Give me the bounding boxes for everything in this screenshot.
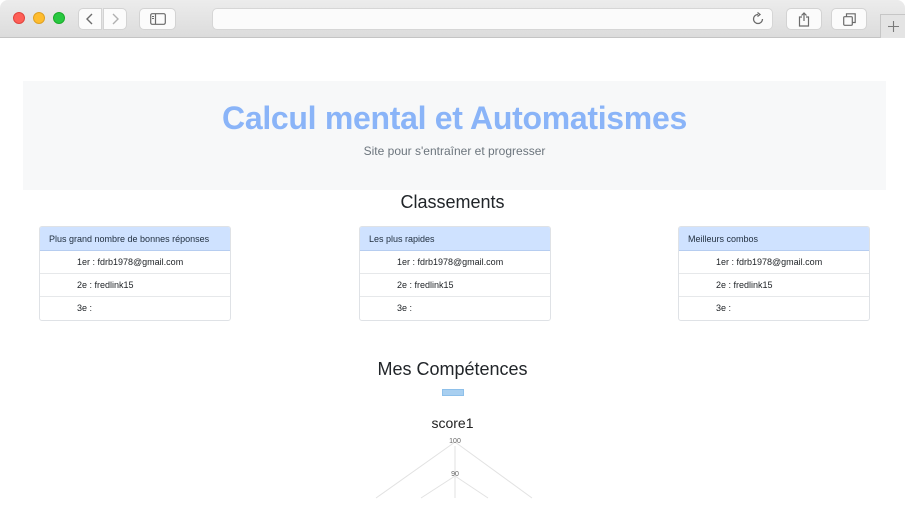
browser-window: Calcul mental et Automatismes Site pour … [0, 0, 905, 531]
browser-toolbar [0, 0, 905, 38]
share-icon [798, 11, 810, 27]
share-button[interactable] [786, 8, 822, 30]
tab-overview-button[interactable] [831, 8, 867, 30]
tabs-icon [842, 12, 856, 26]
forward-button[interactable] [103, 8, 127, 30]
chevron-left-icon [86, 13, 93, 25]
radar-grid-line [454, 441, 533, 499]
radar-tick-label: 90 [451, 471, 459, 478]
chevron-right-icon [112, 13, 119, 25]
radar-tick-label: 100 [449, 438, 461, 445]
address-bar[interactable] [212, 8, 773, 30]
minimize-window-button[interactable] [33, 12, 45, 24]
radar-grid-line [375, 441, 456, 499]
sidebar-toggle-button[interactable] [139, 8, 176, 30]
radar-grid-line [454, 475, 489, 499]
new-tab-button[interactable] [880, 14, 905, 38]
page-content: Calcul mental et Automatismes Site pour … [0, 39, 905, 531]
zoom-window-button[interactable] [53, 12, 65, 24]
plus-icon [887, 21, 899, 32]
sidebar-icon [149, 13, 166, 25]
back-button[interactable] [78, 8, 102, 30]
close-window-button[interactable] [13, 12, 25, 24]
radar-grid-line [420, 475, 456, 499]
radar-chart: 100 90 [375, 438, 533, 499]
reload-icon[interactable] [751, 12, 765, 26]
